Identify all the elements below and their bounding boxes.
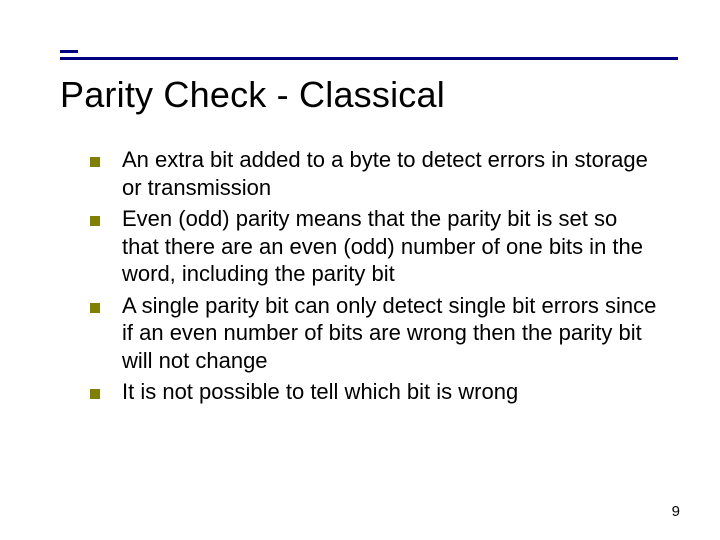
rule-short bbox=[60, 50, 78, 53]
bullet-text: Even (odd) parity means that the parity … bbox=[122, 205, 660, 288]
square-bullet-icon bbox=[90, 389, 100, 399]
list-item: Even (odd) parity means that the parity … bbox=[90, 205, 660, 288]
list-item: An extra bit added to a byte to detect e… bbox=[90, 146, 660, 201]
square-bullet-icon bbox=[90, 303, 100, 313]
title-rule bbox=[35, 50, 680, 60]
bullet-text: An extra bit added to a byte to detect e… bbox=[122, 146, 660, 201]
slide: Parity Check - Classical An extra bit ad… bbox=[0, 0, 720, 540]
rule-long bbox=[60, 57, 678, 60]
bullet-text: A single parity bit can only detect sing… bbox=[122, 292, 660, 375]
list-item: A single parity bit can only detect sing… bbox=[90, 292, 660, 375]
bullet-text: It is not possible to tell which bit is … bbox=[122, 378, 518, 406]
bullet-list: An extra bit added to a byte to detect e… bbox=[90, 146, 660, 406]
square-bullet-icon bbox=[90, 157, 100, 167]
list-item: It is not possible to tell which bit is … bbox=[90, 378, 660, 406]
square-bullet-icon bbox=[90, 216, 100, 226]
page-number: 9 bbox=[672, 503, 680, 520]
slide-title: Parity Check - Classical bbox=[60, 74, 680, 116]
